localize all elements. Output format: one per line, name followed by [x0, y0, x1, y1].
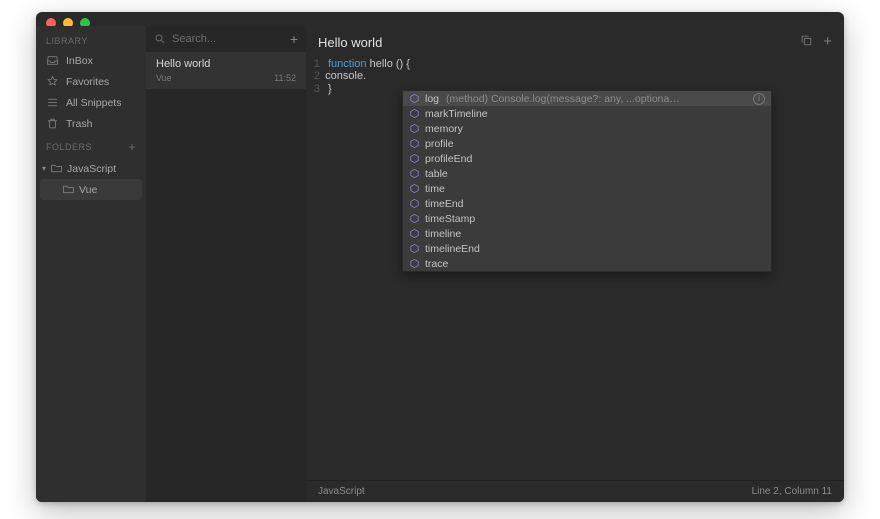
search-icon	[154, 33, 166, 45]
info-icon[interactable]: i	[753, 93, 765, 105]
autocomplete-detail: (method) Console.log(message?: any, ...o…	[446, 93, 680, 105]
folder-icon	[62, 183, 75, 196]
autocomplete-item[interactable]: timeEnd	[403, 196, 771, 211]
autocomplete-item[interactable]: markTimeline	[403, 106, 771, 121]
snippet-folder: Vue	[156, 73, 172, 83]
autocomplete-item[interactable]: trace	[403, 256, 771, 271]
sidebar-item-favorites[interactable]: Favorites	[36, 71, 146, 92]
sidebar-item-all-snippets[interactable]: All Snippets	[36, 92, 146, 113]
autocomplete-item[interactable]: timeline	[403, 226, 771, 241]
code-line: 1 function hello () {	[306, 58, 844, 70]
star-icon	[46, 75, 59, 88]
autocomplete-item[interactable]: log (method) Console.log(message?: any, …	[403, 91, 771, 106]
copy-icon[interactable]	[800, 34, 813, 50]
sidebar: Library InBox Favorites All Snippets Tra…	[36, 26, 146, 502]
method-icon	[409, 123, 420, 134]
autocomplete-label: timeEnd	[425, 198, 464, 210]
autocomplete-item[interactable]: profile	[403, 136, 771, 151]
folder-label: Vue	[79, 184, 97, 196]
language-indicator[interactable]: JavaScript	[318, 486, 365, 497]
autocomplete-item[interactable]: time	[403, 181, 771, 196]
method-icon	[409, 138, 420, 149]
autocomplete-label: memory	[425, 123, 463, 135]
status-bar: JavaScript Line 2, Column 11	[306, 480, 844, 502]
inbox-icon	[46, 54, 59, 67]
cursor-position[interactable]: Line 2, Column 11	[752, 486, 832, 497]
folders-label: Folders	[46, 142, 92, 152]
snippet-item[interactable]: Hello world Vue 11:52	[146, 52, 306, 89]
app-window: Library InBox Favorites All Snippets Tra…	[36, 12, 844, 502]
sidebar-item-label: Favorites	[66, 76, 109, 88]
folder-javascript[interactable]: ▾ JavaScript	[36, 158, 146, 179]
autocomplete-label: markTimeline	[425, 108, 488, 120]
list-icon	[46, 96, 59, 109]
folder-label: JavaScript	[67, 163, 116, 175]
autocomplete-label: timelineEnd	[425, 243, 480, 255]
snippet-time: 11:52	[274, 73, 296, 83]
sidebar-item-label: All Snippets	[66, 97, 121, 109]
autocomplete-item[interactable]: timelineEnd	[403, 241, 771, 256]
sidebar-item-label: InBox	[66, 55, 93, 67]
sidebar-item-inbox[interactable]: InBox	[36, 50, 146, 71]
autocomplete-label: timeline	[425, 228, 461, 240]
folders-section-header: Folders +	[36, 134, 146, 158]
editor-panel: Hello world + 1 function hello () { 2 co…	[306, 26, 844, 502]
autocomplete-label: log	[425, 93, 439, 105]
autocomplete-popup[interactable]: log (method) Console.log(message?: any, …	[402, 90, 772, 272]
code-editor[interactable]: 1 function hello () { 2 console. 3 } log	[306, 58, 844, 480]
autocomplete-label: profileEnd	[425, 153, 472, 165]
method-icon	[409, 258, 420, 269]
method-icon	[409, 108, 420, 119]
method-icon	[409, 228, 420, 239]
library-label: Library	[46, 36, 88, 46]
add-icon[interactable]: +	[823, 34, 832, 50]
chevron-down-icon: ▾	[42, 164, 46, 173]
folder-icon	[50, 162, 63, 175]
method-icon	[409, 213, 420, 224]
library-section-header: Library	[36, 30, 146, 50]
snippet-title: Hello world	[156, 58, 296, 70]
editor-header: Hello world +	[306, 26, 844, 58]
autocomplete-label: profile	[425, 138, 454, 150]
method-icon	[409, 243, 420, 254]
autocomplete-label: table	[425, 168, 448, 180]
autocomplete-label: timeStamp	[425, 213, 475, 225]
autocomplete-item[interactable]: memory	[403, 121, 771, 136]
search-bar[interactable]: Search... +	[146, 26, 306, 52]
add-folder-button[interactable]: +	[128, 140, 136, 154]
titlebar	[36, 12, 844, 26]
autocomplete-item[interactable]: profileEnd	[403, 151, 771, 166]
trash-icon	[46, 117, 59, 130]
code-line: 2 console.	[306, 70, 844, 83]
folder-vue[interactable]: Vue	[40, 179, 142, 200]
add-snippet-button[interactable]: +	[290, 32, 298, 46]
method-icon	[409, 183, 420, 194]
autocomplete-label: trace	[425, 258, 448, 270]
line-number: 3	[306, 83, 328, 95]
snippet-list-panel: Search... + Hello world Vue 11:52	[146, 26, 306, 502]
autocomplete-item[interactable]: timeStamp	[403, 211, 771, 226]
autocomplete-label: time	[425, 183, 445, 195]
autocomplete-item[interactable]: table	[403, 166, 771, 181]
method-icon	[409, 153, 420, 164]
line-number: 1	[306, 58, 328, 70]
method-icon	[409, 168, 420, 179]
sidebar-item-label: Trash	[66, 118, 92, 130]
method-icon	[409, 198, 420, 209]
sidebar-item-trash[interactable]: Trash	[36, 113, 146, 134]
editor-title: Hello world	[318, 35, 382, 50]
method-icon	[409, 93, 420, 104]
search-placeholder: Search...	[172, 33, 284, 45]
